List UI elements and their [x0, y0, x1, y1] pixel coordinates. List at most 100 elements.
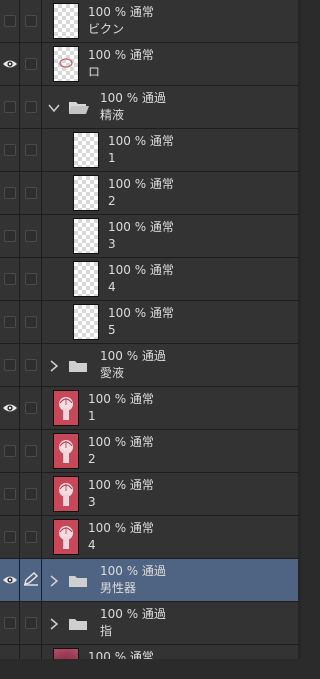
layer-info: 100 % 通常 4: [108, 262, 174, 296]
visibility-toggle[interactable]: [0, 516, 20, 558]
visibility-checkbox: [3, 101, 16, 113]
lock-checkbox: [24, 316, 37, 328]
visibility-toggle[interactable]: [0, 344, 20, 386]
lock-toggle[interactable]: [20, 473, 42, 515]
pencil-icon: [23, 571, 39, 590]
layer-row[interactable]: 100 % 通常 5: [0, 301, 301, 344]
layer-folder-row[interactable]: 100 % 通過 愛液: [0, 344, 301, 387]
lock-toggle[interactable]: [20, 344, 42, 386]
layer-folder-row[interactable]: 100 % 通過指: [0, 602, 301, 645]
lock-toggle[interactable]: [20, 215, 42, 257]
layer-info: 100 % 通常 2: [108, 176, 174, 210]
visibility-toggle[interactable]: [0, 129, 20, 171]
layer-row[interactable]: 100 % 通常 ビクン: [0, 0, 301, 43]
visibility-toggle[interactable]: [0, 172, 20, 214]
layer-name: 男性器: [100, 581, 137, 595]
layer-info: 100 % 通常 3: [88, 477, 154, 511]
layer-row[interactable]: 100 % 通常 4: [0, 516, 301, 559]
layer-info: 100 % 通常 ビクン: [88, 4, 154, 38]
layer-info: 100 % 通過 愛液: [100, 348, 166, 382]
layer-name: 3: [88, 495, 96, 509]
layer-folder-row[interactable]: 100 % 通過 精液: [0, 86, 301, 129]
lock-toggle[interactable]: [20, 43, 42, 85]
lock-checkbox: [24, 187, 37, 199]
folder-icon: [68, 358, 88, 372]
layer-row[interactable]: 100 % 通常 2: [0, 172, 301, 215]
layer-row[interactable]: 100 % 通常 3: [0, 215, 301, 258]
layer-thumbnail: [53, 433, 79, 469]
visibility-checkbox: [3, 273, 16, 285]
layer-thumbnail: [53, 519, 79, 555]
lock-toggle[interactable]: [20, 258, 42, 300]
visibility-toggle[interactable]: [0, 301, 20, 343]
layer-info: 100 % 通常 3: [108, 219, 174, 253]
visibility-checkbox: [3, 359, 16, 371]
lock-checkbox: [24, 445, 37, 457]
layer-thumbnail: [73, 175, 99, 211]
visibility-eye-icon[interactable]: [0, 559, 20, 601]
layer-thumbnail: [73, 218, 99, 254]
lock-checkbox: [24, 58, 37, 70]
visibility-checkbox: [3, 144, 16, 156]
layer-name: 2: [108, 194, 116, 208]
visibility-toggle[interactable]: [0, 602, 20, 644]
layer-row[interactable]: 100 % 通常 4: [0, 258, 301, 301]
lock-toggle[interactable]: [20, 172, 42, 214]
layer-row[interactable]: 100 % 通常 1: [0, 129, 301, 172]
blend-mode-label: 100 % 通常: [108, 220, 174, 234]
panel-footer: [0, 659, 301, 679]
lock-checkbox: [24, 101, 37, 113]
visibility-eye-icon[interactable]: [0, 43, 20, 85]
layer-folder-row[interactable]: 100 % 通過 男性器: [0, 559, 301, 602]
visibility-toggle[interactable]: [0, 0, 20, 42]
visibility-toggle[interactable]: [0, 258, 20, 300]
layer-thumbnail: [53, 46, 79, 82]
chevron-right-icon[interactable]: [48, 358, 60, 372]
eye-icon: [2, 575, 18, 585]
lock-checkbox: [24, 488, 37, 500]
layer-name: 4: [108, 280, 116, 294]
layer-info: 100 % 通過 男性器: [100, 563, 166, 597]
chevron-right-icon[interactable]: [48, 573, 60, 587]
lock-toggle[interactable]: [20, 387, 42, 429]
layer-thumbnail: [73, 261, 99, 297]
layer-row[interactable]: 100 % 通常 2: [0, 430, 301, 473]
layer-panel: 100 % 通常 ビクン 100 % 通常ロ 100 % 通過 精液 100 % 通常 1 1…: [0, 0, 301, 679]
blend-mode-label: 100 % 通常: [88, 48, 154, 62]
layer-name: 指: [100, 624, 113, 638]
layer-thumbnail: [53, 3, 79, 39]
visibility-checkbox: [3, 15, 16, 27]
lock-toggle[interactable]: [20, 301, 42, 343]
layer-info: 100 % 通常 2: [88, 434, 154, 468]
scrollbar-track[interactable]: [298, 0, 301, 659]
visibility-toggle[interactable]: [0, 473, 20, 515]
lock-toggle[interactable]: [20, 129, 42, 171]
blend-mode-label: 100 % 通常: [88, 392, 154, 406]
visibility-toggle[interactable]: [0, 86, 20, 128]
visibility-checkbox: [3, 488, 16, 500]
visibility-eye-icon[interactable]: [0, 387, 20, 429]
blend-mode-label: 100 % 通常: [108, 263, 174, 277]
layer-row[interactable]: 100 % 通常ロ: [0, 43, 301, 86]
lock-checkbox: [24, 617, 37, 629]
layer-name: 4: [88, 538, 96, 552]
visibility-toggle[interactable]: [0, 430, 20, 472]
layer-name: 2: [88, 452, 96, 466]
chevron-right-icon[interactable]: [48, 616, 60, 630]
chevron-down-icon[interactable]: [48, 100, 60, 114]
lock-toggle[interactable]: [20, 516, 42, 558]
layer-row[interactable]: 100 % 通常 1: [0, 387, 301, 430]
blend-mode-label: 100 % 通過: [100, 564, 166, 578]
layer-info: 100 % 通過指: [100, 606, 166, 640]
lock-toggle[interactable]: [20, 602, 42, 644]
layer-name: 3: [108, 237, 116, 251]
visibility-checkbox: [3, 316, 16, 328]
lock-toggle[interactable]: [20, 430, 42, 472]
layer-info: 100 % 通常 5: [108, 305, 174, 339]
visibility-toggle[interactable]: [0, 215, 20, 257]
lock-toggle[interactable]: [20, 86, 42, 128]
layer-info: 100 % 通常ロ: [88, 47, 154, 81]
lock-toggle[interactable]: [20, 0, 42, 42]
layer-row[interactable]: 100 % 通常 3: [0, 473, 301, 516]
edit-target-column[interactable]: [20, 559, 42, 601]
